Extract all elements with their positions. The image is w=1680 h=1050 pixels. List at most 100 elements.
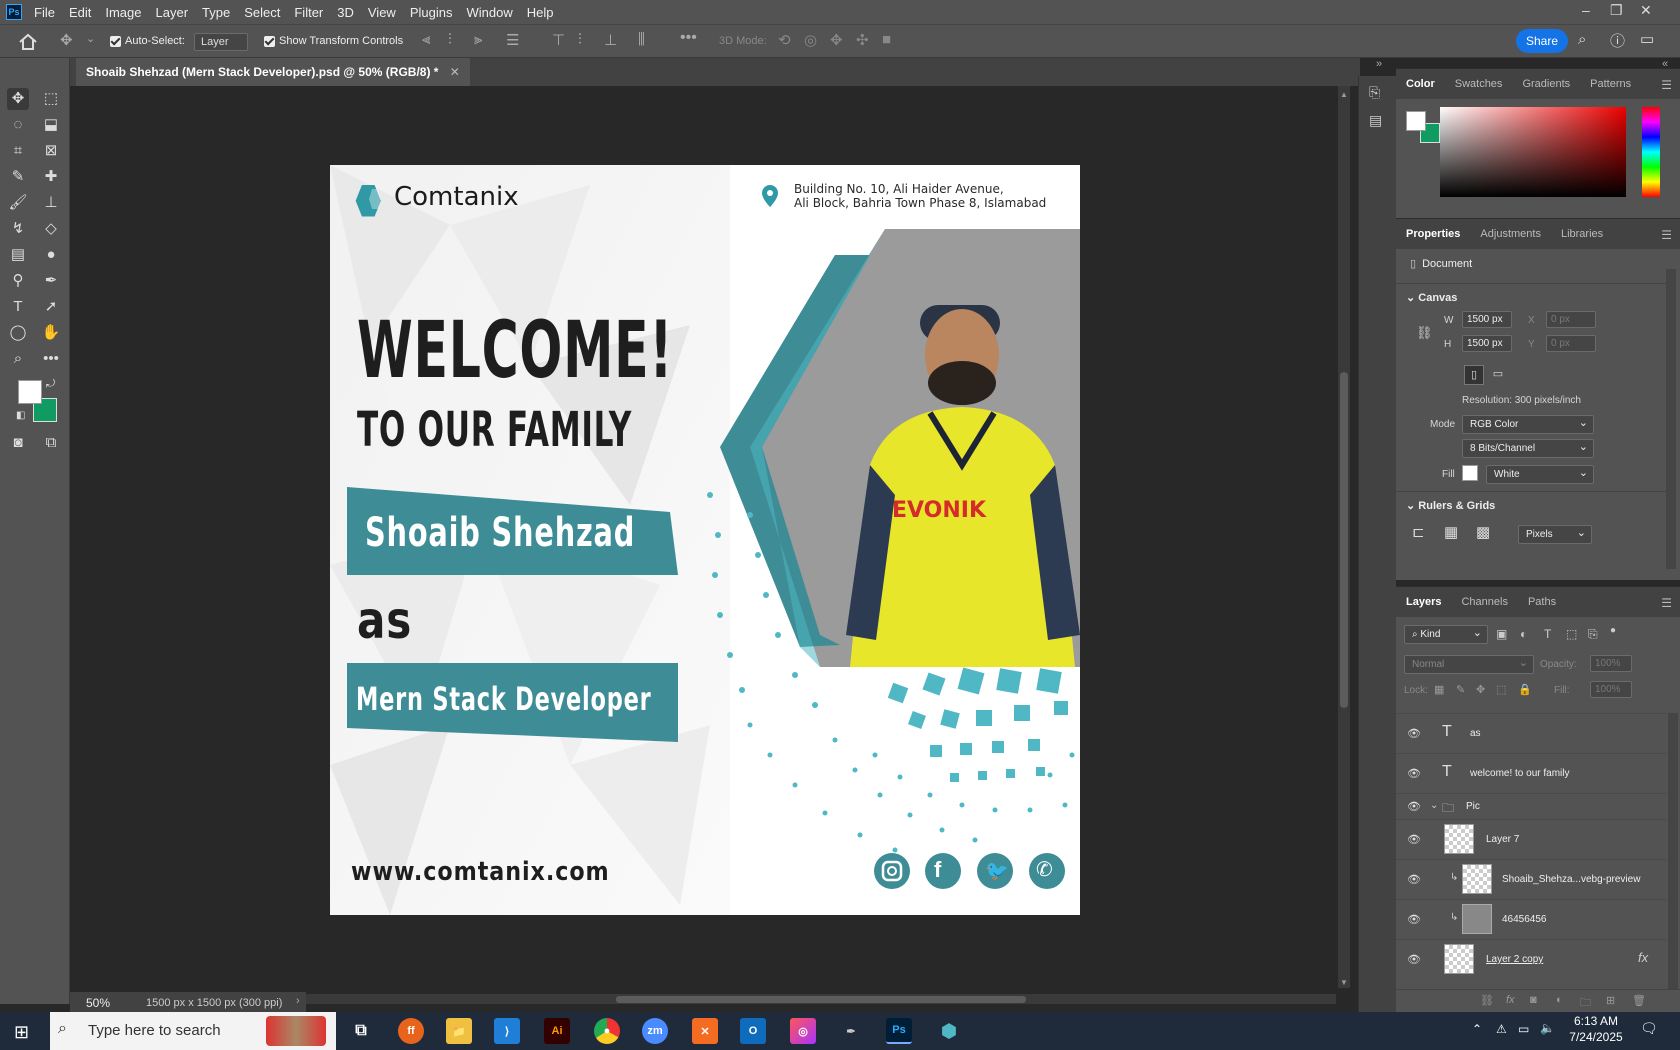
lock-artboard-icon[interactable]: ⬚ — [1496, 683, 1506, 696]
foreground-swatch[interactable] — [1406, 111, 1426, 131]
opacity-field[interactable]: 100% — [1590, 655, 1632, 672]
task-view-icon[interactable]: ⧉ — [348, 1018, 374, 1044]
3d-orbit-icon[interactable]: ⟲ — [778, 31, 791, 49]
creative-cloud-icon[interactable]: ◎ — [790, 1018, 816, 1044]
layer-row[interactable]: 👁 Layer 2 copy fx — [1396, 939, 1666, 979]
x-field[interactable]: 0 px — [1546, 311, 1596, 328]
default-colors-icon[interactable]: ◧ — [16, 410, 25, 421]
visibility-eye-icon[interactable]: 👁 — [1407, 767, 1421, 780]
link-dimensions-icon[interactable]: ⛓ — [1416, 325, 1433, 341]
menu-type[interactable]: Type — [202, 5, 230, 20]
align-right-icon[interactable]: ⫸ — [474, 31, 482, 48]
fill-dropdown[interactable]: White — [1486, 465, 1594, 484]
search-icon[interactable]: ⌕ — [1578, 31, 1586, 48]
filter-adjustment-icon[interactable]: ◐ — [1520, 627, 1527, 641]
crop-tool-icon[interactable]: ⌗ — [7, 140, 29, 162]
swap-colors-icon[interactable]: ⤾ — [46, 378, 55, 391]
menu-edit[interactable]: Edit — [69, 5, 91, 20]
pen-tool-icon[interactable]: ✒ — [40, 270, 62, 292]
lock-position-icon[interactable]: ✥ — [1476, 683, 1485, 696]
add-style-icon[interactable]: fx — [1506, 994, 1515, 1006]
document-info[interactable]: 1500 px x 1500 px (300 ppi) — [146, 997, 282, 1009]
canvas-section-header[interactable]: ⌄ Canvas — [1406, 291, 1457, 304]
chevron-right-icon[interactable]: › — [296, 995, 300, 1007]
distribute-icon[interactable]: ☰ — [506, 31, 519, 49]
layer-effects-icon[interactable]: fx — [1638, 950, 1648, 965]
menu-layer[interactable]: Layer — [156, 5, 189, 20]
artboard[interactable]: Comtanix Building No. 10, Ali Haider Ave… — [330, 165, 1080, 915]
history-panel-icon[interactable]: ⎘ — [1369, 84, 1380, 101]
scroll-up-icon[interactable]: ▲ — [1340, 90, 1348, 99]
zoom-app-icon[interactable]: zm — [642, 1018, 668, 1044]
chevron-up-icon[interactable]: ⌃ — [1472, 1022, 1482, 1036]
illustrator-icon[interactable]: Ai — [544, 1018, 570, 1044]
tab-libraries[interactable]: Libraries — [1551, 228, 1613, 240]
object-select-icon[interactable]: ⬓ — [40, 114, 62, 136]
visibility-eye-icon[interactable]: 👁 — [1407, 873, 1421, 886]
panel-menu-icon[interactable]: ☰ — [1661, 596, 1672, 610]
show-transform-checkbox[interactable]: Show Transform Controls — [264, 35, 403, 47]
close-icon[interactable]: ✕ — [1640, 2, 1652, 19]
layer-filter-dropdown[interactable]: ⌕ Kind — [1404, 625, 1488, 644]
dodge-tool-icon[interactable]: ⚲ — [7, 270, 29, 292]
properties-scrollbar[interactable] — [1666, 269, 1676, 569]
align-middle-icon[interactable]: ⫶ — [578, 31, 582, 48]
lock-all-icon[interactable]: 🔒 — [1518, 683, 1532, 696]
guides-icon[interactable]: ▩ — [1476, 523, 1490, 541]
filter-smart-icon[interactable]: ⎘ — [1588, 627, 1598, 642]
color-field[interactable] — [1440, 107, 1626, 197]
screen-mode-icon[interactable]: ⧉ — [40, 432, 62, 454]
3d-slide-icon[interactable]: ✣ — [856, 31, 869, 49]
filter-toggle-icon[interactable]: ● — [1610, 625, 1616, 636]
mode-dropdown[interactable]: RGB Color — [1462, 415, 1594, 434]
align-center-icon[interactable]: ⫶ — [448, 31, 452, 48]
menu-filter[interactable]: Filter — [294, 5, 323, 20]
eraser-tool-icon[interactable]: ◇ — [40, 218, 62, 240]
blur-tool-icon[interactable]: ● — [40, 244, 62, 266]
new-layer-icon[interactable]: ⊞ — [1606, 994, 1615, 1007]
collapse-panels-icon[interactable]: » — [1376, 58, 1382, 70]
brush-tool-icon[interactable]: 🖌 — [7, 192, 29, 214]
layer-row[interactable]: 👁 ↳ 46456456 — [1396, 899, 1666, 939]
menu-3d[interactable]: 3D — [337, 5, 354, 20]
scroll-down-icon[interactable]: ▼ — [1340, 978, 1348, 987]
zoom-tool-icon[interactable]: ⌕ — [7, 348, 29, 370]
lasso-tool-icon[interactable]: ◌ — [7, 114, 29, 136]
menu-image[interactable]: Image — [105, 5, 141, 20]
move-tool-icon[interactable]: ✥ — [7, 88, 29, 110]
align-top-icon[interactable]: ⊤ — [552, 31, 565, 49]
zoom-level[interactable]: 50% — [86, 996, 110, 1010]
edit-toolbar-icon[interactable]: ••• — [40, 348, 62, 370]
healing-brush-icon[interactable]: ✚ — [40, 166, 62, 188]
visibility-eye-icon[interactable]: 👁 — [1407, 800, 1421, 813]
hand-tool-icon[interactable]: ✋ — [40, 322, 62, 344]
grid-icon[interactable]: ▦ — [1444, 523, 1458, 541]
file-explorer-icon[interactable]: 📁 — [446, 1018, 472, 1044]
help-icon[interactable]: ⓘ — [1610, 30, 1625, 51]
landscape-orientation-icon[interactable]: ▭ — [1488, 365, 1508, 385]
lock-transparent-icon[interactable]: ▦ — [1434, 683, 1444, 696]
marquee-tool-icon[interactable]: ⬚ — [40, 88, 62, 110]
history-brush-icon[interactable]: ↯ — [7, 218, 29, 240]
gradient-tool-icon[interactable]: ▤ — [7, 244, 29, 266]
lock-image-icon[interactable]: ✎ — [1456, 683, 1465, 696]
add-mask-icon[interactable]: ◙ — [1530, 994, 1537, 1006]
close-tab-icon[interactable]: ✕ — [450, 65, 460, 79]
layer-row[interactable]: 👁 T welcome! to our family — [1396, 753, 1666, 793]
path-select-icon[interactable]: ➚ — [40, 296, 62, 318]
taskbar-clock[interactable]: 6:13 AM 7/24/2025 — [1566, 1014, 1626, 1044]
restore-icon[interactable]: ❐ — [1610, 2, 1623, 19]
more-options-icon[interactable]: ••• — [680, 29, 697, 47]
tab-gradients[interactable]: Gradients — [1512, 78, 1580, 90]
taskbar-search-box[interactable]: ⌕ Type here to search — [50, 1012, 336, 1050]
align-left-icon[interactable]: ⫷ — [422, 31, 430, 48]
3d-camera-icon[interactable]: ■ — [882, 31, 891, 48]
workspace-icon[interactable]: ▭ — [1640, 30, 1654, 48]
width-field[interactable]: 1500 px — [1462, 311, 1512, 328]
document-tab[interactable]: Shoaib Shehzad (Mern Stack Developer).ps… — [76, 58, 470, 86]
quick-mask-icon[interactable]: ◙ — [7, 432, 29, 454]
hue-slider[interactable] — [1642, 107, 1660, 197]
tab-adjustments[interactable]: Adjustments — [1470, 228, 1551, 240]
fill-swatch[interactable] — [1462, 465, 1478, 481]
align-bottom-icon[interactable]: ⊥ — [604, 31, 617, 49]
